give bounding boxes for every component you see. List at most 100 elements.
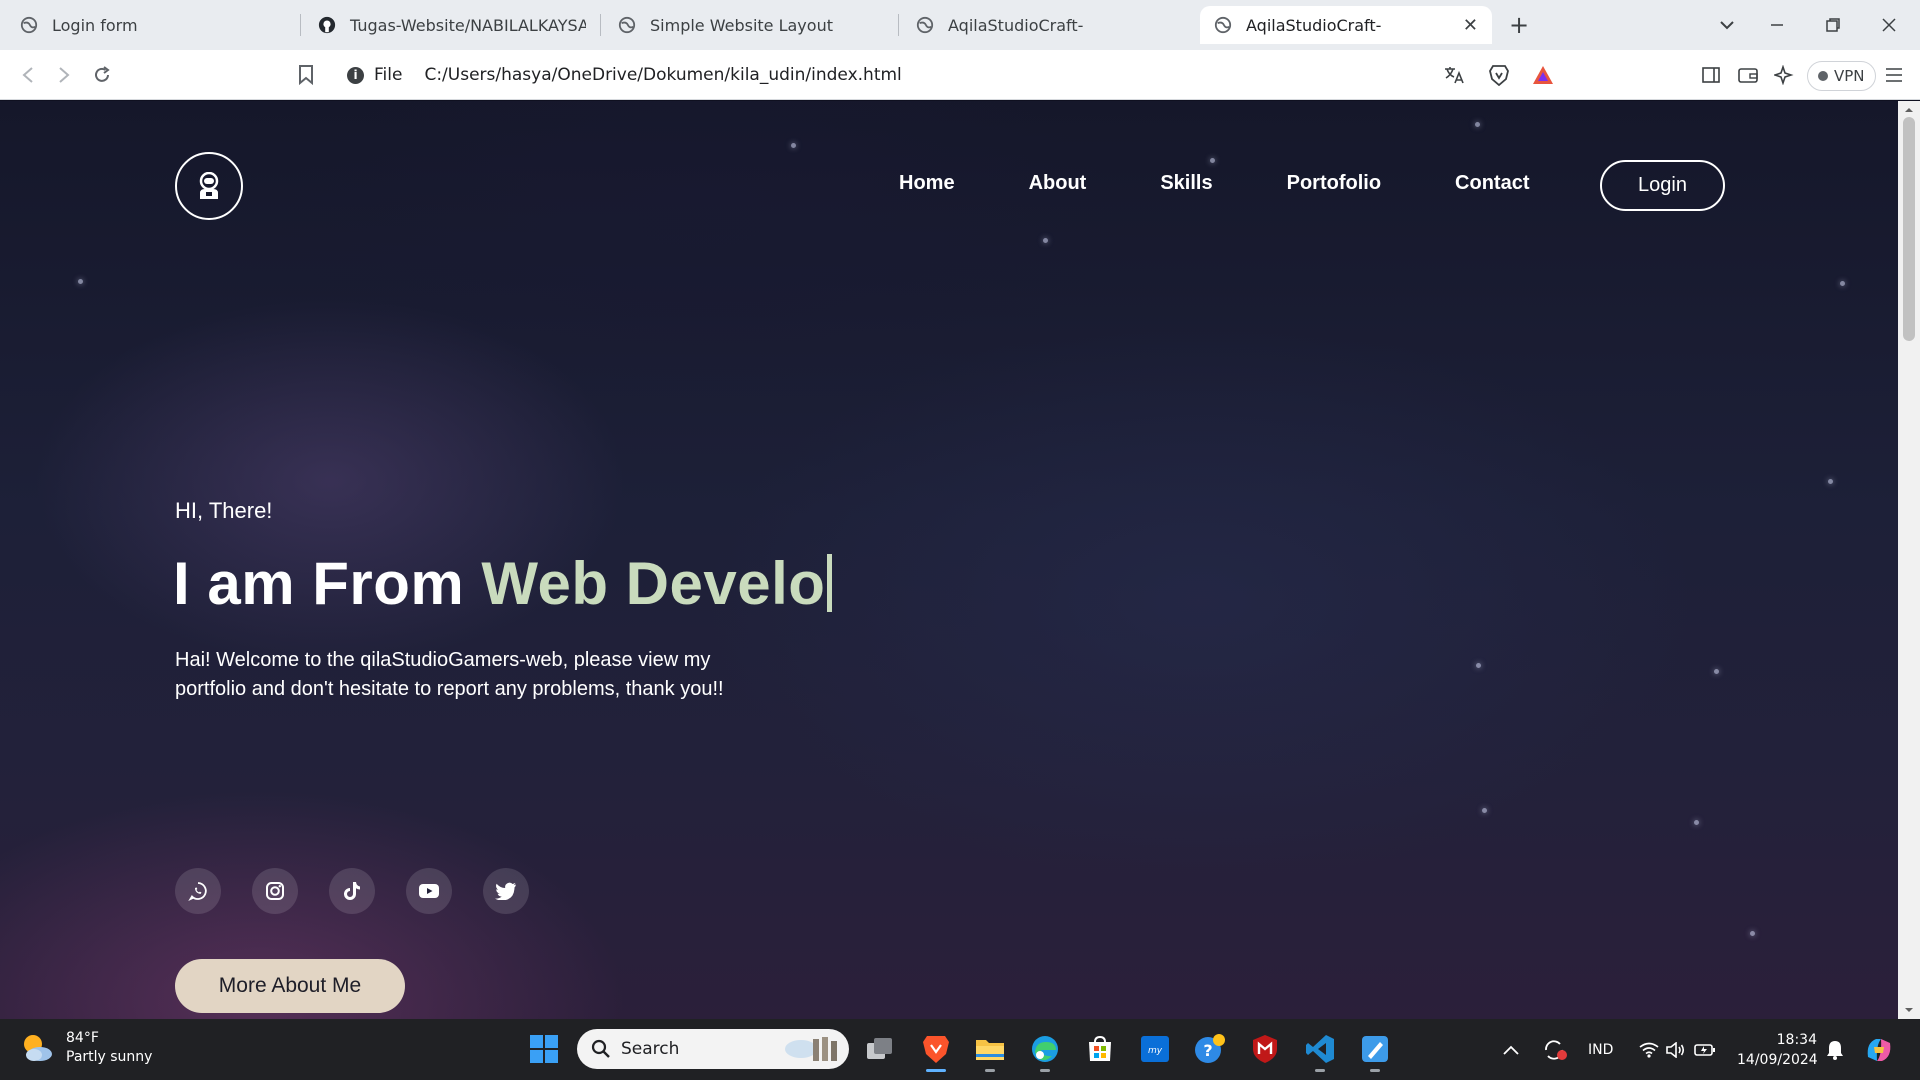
- language-indicator[interactable]: IND: [1588, 1019, 1613, 1080]
- tab-login-form[interactable]: Login form: [6, 6, 296, 44]
- star-decoration: [1828, 479, 1833, 484]
- tab-aqila-active[interactable]: AqilaStudioCraft- ✕: [1200, 6, 1492, 44]
- whatsapp-link[interactable]: [175, 868, 221, 914]
- nav-home[interactable]: Home: [899, 172, 955, 195]
- taskbar-myhp[interactable]: my: [1137, 1031, 1173, 1067]
- search-highlight-icon: [785, 1037, 837, 1061]
- typing-caret: [827, 554, 833, 612]
- scroll-down-icon[interactable]: [1904, 1005, 1914, 1015]
- page-scrollbar[interactable]: [1898, 101, 1920, 1019]
- vpn-label: VPN: [1834, 67, 1865, 85]
- tab-search-button[interactable]: [1712, 10, 1742, 40]
- tab-divider: [898, 14, 899, 36]
- site-logo[interactable]: [175, 152, 243, 220]
- url-text[interactable]: C:/Users/hasya/OneDrive/Dokumen/kila_udi…: [424, 65, 901, 85]
- edge-icon: [1032, 1036, 1058, 1062]
- star-decoration: [1210, 158, 1215, 163]
- twitter-link[interactable]: [483, 868, 529, 914]
- site-info-icon[interactable]: i: [347, 66, 364, 84]
- youtube-link[interactable]: [406, 868, 452, 914]
- volume-control[interactable]: [1666, 1019, 1686, 1080]
- copilot-button[interactable]: [1864, 1019, 1894, 1080]
- scroll-up-icon[interactable]: [1904, 105, 1914, 115]
- sync-status[interactable]: [1542, 1019, 1568, 1080]
- headline-prefix: I am From: [173, 550, 465, 617]
- notifications-button[interactable]: [1826, 1019, 1844, 1080]
- back-button[interactable]: [16, 63, 40, 87]
- minimize-button[interactable]: [1762, 10, 1792, 40]
- star-decoration: [1482, 808, 1487, 813]
- nav-about[interactable]: About: [1029, 172, 1087, 195]
- close-window-button[interactable]: [1874, 10, 1904, 40]
- minimize-icon: [1771, 24, 1783, 26]
- login-button[interactable]: Login: [1600, 160, 1725, 211]
- wifi-status[interactable]: [1639, 1019, 1659, 1080]
- bookmark-button[interactable]: [294, 63, 318, 87]
- taskbar-vscode[interactable]: [1302, 1031, 1338, 1072]
- brave-lion-icon: [1489, 65, 1509, 86]
- brave-shields-button[interactable]: [1487, 63, 1511, 87]
- forward-button[interactable]: [52, 63, 76, 87]
- brave-rewards-button[interactable]: [1531, 63, 1555, 87]
- sidebar-button[interactable]: [1699, 63, 1723, 87]
- hero-intro: Hai! Welcome to the qilaStudioGamers-web…: [175, 649, 724, 700]
- tab-github[interactable]: Tugas-Website/NABILALKAYSAN.jpg: [304, 6, 586, 44]
- translate-button[interactable]: [1442, 63, 1466, 87]
- active-indicator: [926, 1069, 946, 1072]
- battery-charging-icon: [1694, 1043, 1715, 1056]
- nav-portofolio[interactable]: Portofolio: [1287, 172, 1381, 195]
- mcafee-shield-icon: [1253, 1035, 1277, 1063]
- running-indicator: [985, 1069, 995, 1072]
- taskbar-mcafee[interactable]: [1247, 1031, 1283, 1067]
- task-view-button[interactable]: [862, 1031, 898, 1067]
- menu-button[interactable]: [1882, 63, 1906, 87]
- clock[interactable]: 18:34 14/09/2024: [1737, 1030, 1818, 1070]
- sync-error-icon: [1545, 1039, 1567, 1060]
- wallet-button[interactable]: [1736, 63, 1760, 87]
- star-decoration: [1475, 122, 1480, 127]
- taskbar-help[interactable]: ?: [1192, 1031, 1228, 1067]
- vscode-icon: [1306, 1035, 1334, 1063]
- taskbar-paint[interactable]: [1357, 1031, 1393, 1072]
- taskbar-edge[interactable]: [1027, 1031, 1063, 1072]
- tab-title: Login form: [52, 15, 138, 35]
- tab-divider: [600, 14, 601, 36]
- tab-title: AqilaStudioCraft-: [948, 15, 1084, 35]
- scrollbar-thumb[interactable]: [1903, 117, 1915, 341]
- tiktok-link[interactable]: [329, 868, 375, 914]
- leo-ai-button[interactable]: [1772, 63, 1796, 87]
- whatsapp-icon: [188, 882, 207, 901]
- battery-status[interactable]: [1694, 1019, 1716, 1080]
- github-icon: [318, 16, 336, 34]
- instagram-icon: [266, 882, 284, 900]
- tray-overflow-button[interactable]: [1503, 1019, 1519, 1080]
- more-about-me-button[interactable]: More About Me: [175, 959, 405, 1013]
- running-indicator: [1315, 1069, 1325, 1072]
- restore-button[interactable]: [1818, 10, 1848, 40]
- nav-contact[interactable]: Contact: [1455, 172, 1529, 195]
- instagram-link[interactable]: [252, 868, 298, 914]
- taskbar-search[interactable]: Search: [577, 1029, 849, 1069]
- vpn-button[interactable]: VPN: [1807, 61, 1876, 91]
- nav-skills[interactable]: Skills: [1160, 172, 1212, 195]
- tab-aqila-1[interactable]: AqilaStudioCraft-: [902, 6, 1192, 44]
- taskbar: 84°F Partly sunny Search my ? IND 18:34 …: [0, 1019, 1920, 1080]
- search-placeholder: Search: [621, 1039, 680, 1059]
- address-bar[interactable]: i File C:/Users/hasya/OneDrive/Dokumen/k…: [335, 56, 1580, 94]
- star-decoration: [1750, 931, 1755, 936]
- taskbar-store[interactable]: [1082, 1031, 1118, 1067]
- taskbar-file-explorer[interactable]: [972, 1031, 1008, 1072]
- reload-button[interactable]: [90, 63, 114, 87]
- tab-simple-layout[interactable]: Simple Website Layout: [604, 6, 894, 44]
- weather-widget[interactable]: 84°F Partly sunny: [20, 1029, 152, 1067]
- search-icon: [591, 1039, 610, 1058]
- new-tab-button[interactable]: +: [1504, 10, 1534, 40]
- hamburger-icon: [1886, 68, 1902, 82]
- close-tab-icon[interactable]: ✕: [1463, 15, 1478, 36]
- star-decoration: [1840, 281, 1845, 286]
- myhp-icon: my: [1141, 1036, 1169, 1062]
- chevron-up-icon: [1503, 1045, 1519, 1055]
- taskbar-brave[interactable]: [918, 1031, 954, 1072]
- start-button[interactable]: [526, 1031, 562, 1067]
- svg-text:my: my: [1148, 1046, 1163, 1056]
